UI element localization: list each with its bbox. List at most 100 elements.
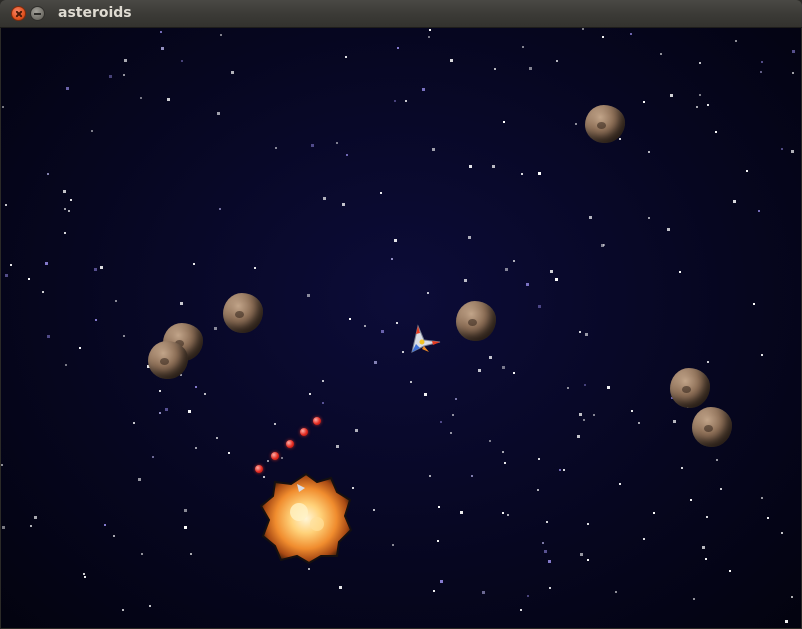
star: [438, 506, 440, 508]
star: [309, 393, 311, 395]
star: [758, 210, 760, 212]
star: [452, 414, 454, 416]
star: [275, 147, 277, 149]
star: [494, 68, 496, 70]
star: [761, 497, 763, 499]
star: [308, 568, 310, 570]
star: [520, 609, 522, 611]
star: [392, 544, 394, 546]
star: [670, 94, 673, 97]
star: [217, 112, 220, 115]
star: [716, 459, 718, 461]
star: [149, 605, 151, 607]
star: [184, 509, 187, 512]
star: [538, 305, 541, 308]
star: [504, 462, 506, 464]
star: [274, 423, 276, 425]
star: [559, 469, 561, 471]
star: [707, 104, 709, 106]
star: [567, 387, 569, 389]
star: [47, 173, 49, 175]
star: [760, 71, 762, 73]
star: [5, 274, 8, 277]
star: [489, 356, 492, 359]
bullet: [271, 452, 279, 460]
star: [159, 412, 161, 414]
star: [64, 208, 66, 210]
star: [450, 432, 452, 434]
star: [589, 216, 592, 219]
star: [720, 488, 722, 490]
star: [648, 151, 650, 153]
star: [584, 384, 586, 386]
star: [47, 335, 50, 338]
star: [440, 580, 443, 583]
close-icon[interactable]: [11, 6, 26, 21]
star: [433, 590, 435, 592]
star: [761, 354, 763, 356]
star: [587, 559, 589, 561]
star: [349, 318, 351, 320]
star: [322, 402, 324, 404]
star: [123, 335, 125, 337]
star: [159, 390, 161, 392]
star: [577, 435, 580, 438]
star: [792, 72, 794, 74]
star: [437, 540, 439, 542]
star: [746, 170, 748, 172]
minimize-icon[interactable]: [30, 6, 45, 21]
star: [281, 457, 283, 459]
star: [424, 393, 427, 396]
star: [638, 422, 640, 424]
star: [396, 322, 398, 324]
star: [123, 74, 125, 76]
star: [204, 393, 206, 395]
star: [455, 398, 457, 400]
star: [527, 595, 529, 597]
star: [791, 596, 793, 598]
star: [342, 203, 345, 206]
star: [160, 31, 162, 33]
star: [550, 270, 553, 273]
star: [667, 228, 670, 231]
star: [579, 413, 582, 416]
star: [216, 437, 218, 439]
star: [563, 469, 565, 471]
star: [138, 478, 141, 481]
star: [507, 514, 509, 516]
star: [693, 598, 695, 600]
star: [587, 523, 589, 525]
star: [184, 526, 187, 529]
player-spaceship: [411, 324, 441, 353]
star: [5, 204, 7, 206]
star: [753, 303, 755, 305]
star: [34, 516, 37, 519]
star: [556, 60, 558, 62]
star: [405, 100, 407, 102]
star: [1, 464, 3, 466]
star: [345, 56, 347, 58]
star: [195, 447, 197, 449]
game-canvas[interactable]: [1, 28, 801, 628]
title-bar[interactable]: asteroids: [0, 0, 802, 28]
star: [422, 88, 425, 91]
star: [30, 525, 32, 527]
star: [699, 62, 701, 64]
bullet: [300, 428, 308, 436]
star: [450, 59, 453, 62]
star: [322, 380, 324, 382]
star: [781, 532, 783, 534]
star: [228, 452, 230, 454]
star: [429, 475, 431, 477]
star: [468, 236, 471, 239]
star: [502, 512, 504, 514]
star: [214, 327, 217, 330]
star: [555, 278, 558, 281]
star: [429, 29, 431, 31]
star: [548, 560, 551, 563]
star: [602, 36, 604, 38]
star: [165, 408, 168, 411]
star: [619, 483, 621, 485]
star: [478, 369, 481, 372]
star: [464, 279, 467, 282]
